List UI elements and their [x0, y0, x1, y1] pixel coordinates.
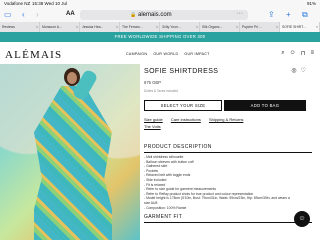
nav-our-world[interactable]: OUR WORLD	[153, 52, 178, 56]
new-tab-icon[interactable]: +	[286, 10, 291, 20]
tab[interactable]: Psyche Pri ... ×	[240, 22, 280, 32]
divider	[144, 152, 312, 153]
wishlist-icon[interactable]: ♡	[301, 67, 306, 74]
header-icons: ⌕ ☺ ⊓ ≡	[281, 50, 314, 57]
add-to-bag-button[interactable]: ADD TO BAG	[224, 100, 306, 111]
main-nav: CAMPAIGN OUR WORLD OUR IMPACT	[126, 52, 210, 56]
search-icon[interactable]: ⌕	[281, 50, 284, 57]
site-logo[interactable]: ALÉMAIS	[5, 49, 62, 61]
the-votis-link[interactable]: The Votis	[144, 124, 161, 129]
tab-strip: Reviews × Monsoon A... × Jessica Hea... × T…	[0, 22, 320, 32]
list-item: - Composition: 100% Ramie	[144, 205, 187, 210]
tab[interactable]: 3/4ty Yoon... ×	[160, 22, 200, 32]
nav-our-impact[interactable]: OUR IMPACT	[184, 52, 209, 56]
tab[interactable]: Silk Organz... ×	[200, 22, 240, 32]
status-bar: Vodafone NZ 15:38 Wed 10 Jul 91%	[0, 0, 320, 8]
time-label: 15:38 Wed 10 Jul	[32, 1, 67, 6]
product-image[interactable]	[0, 64, 140, 240]
divider	[144, 222, 312, 223]
tab[interactable]: Jessica Hea... ×	[80, 22, 120, 32]
product-links: Size guide Care instructions Shipping & …	[144, 116, 314, 130]
promo-banner: FREE WORLDWIDE SHIPPING OVER 300	[0, 32, 320, 42]
select-size-button[interactable]: SELECT YOUR SIZE	[144, 100, 222, 111]
menu-icon[interactable]: ≡	[310, 50, 314, 57]
share-icon[interactable]: ⇪	[268, 10, 275, 20]
tab[interactable]: Reviews ×	[0, 22, 40, 32]
address-bar[interactable]: ··· 🔒 alemais.com	[80, 10, 248, 20]
description-list: - Midi shirtdress silhouette - Balloon s…	[144, 155, 294, 210]
garment-fit-heading[interactable]: GARMENT FIT	[144, 214, 182, 220]
chat-icon[interactable]: ☺	[294, 211, 310, 227]
site-header: ALÉMAIS CAMPAIGN OUR WORLD OUR IMPACT ⌕ …	[0, 42, 320, 64]
tab[interactable]: Monsoon A... ×	[40, 22, 80, 32]
sidebar-icon[interactable]: ▭	[4, 10, 12, 20]
globe-icon[interactable]: ◎	[291, 67, 296, 74]
tab-active[interactable]: SOFIE SHIRT... ×	[280, 22, 320, 32]
list-item: - Model height is 178cm (5'10in, Bust: 7…	[144, 196, 290, 205]
more-dots-icon[interactable]: ···	[236, 10, 243, 17]
battery-label: 91%	[306, 1, 316, 6]
product-price: 675 GBP	[144, 80, 161, 85]
back-icon[interactable]: ‹	[22, 10, 25, 20]
care-instructions-link[interactable]: Care instructions	[171, 117, 201, 122]
browser-toolbar: ▭ ‹ › AA ··· 🔒 alemais.com ⇪ + ⧉	[0, 8, 320, 22]
carrier-label: Vodafone NZ	[4, 1, 31, 6]
reader-aa-button[interactable]: AA	[66, 11, 75, 17]
forward-icon[interactable]: ›	[36, 10, 39, 20]
size-guide-link[interactable]: Size guide	[144, 117, 163, 122]
shipping-returns-link[interactable]: Shipping & Returns	[209, 117, 243, 122]
nav-campaign[interactable]: CAMPAIGN	[126, 52, 147, 56]
bag-icon[interactable]: ⊓	[301, 50, 306, 57]
description-heading[interactable]: PRODUCT DESCRIPTION	[144, 144, 212, 150]
product-title: SOFIE SHIRTDRESS	[144, 68, 219, 75]
tax-note: Duties & Taxes included	[144, 89, 178, 93]
product-panel: SOFIE SHIRTDRESS ◎ ♡ 675 GBP Duties & Ta…	[144, 64, 320, 240]
tab[interactable]: The Ferraro... ×	[120, 22, 160, 32]
tabs-overview-icon[interactable]: ⧉	[302, 10, 308, 20]
url-text: alemais.com	[138, 12, 172, 18]
account-icon[interactable]: ☺	[290, 50, 296, 57]
lock-icon: 🔒	[130, 12, 137, 18]
title-icons: ◎ ♡	[291, 67, 306, 74]
